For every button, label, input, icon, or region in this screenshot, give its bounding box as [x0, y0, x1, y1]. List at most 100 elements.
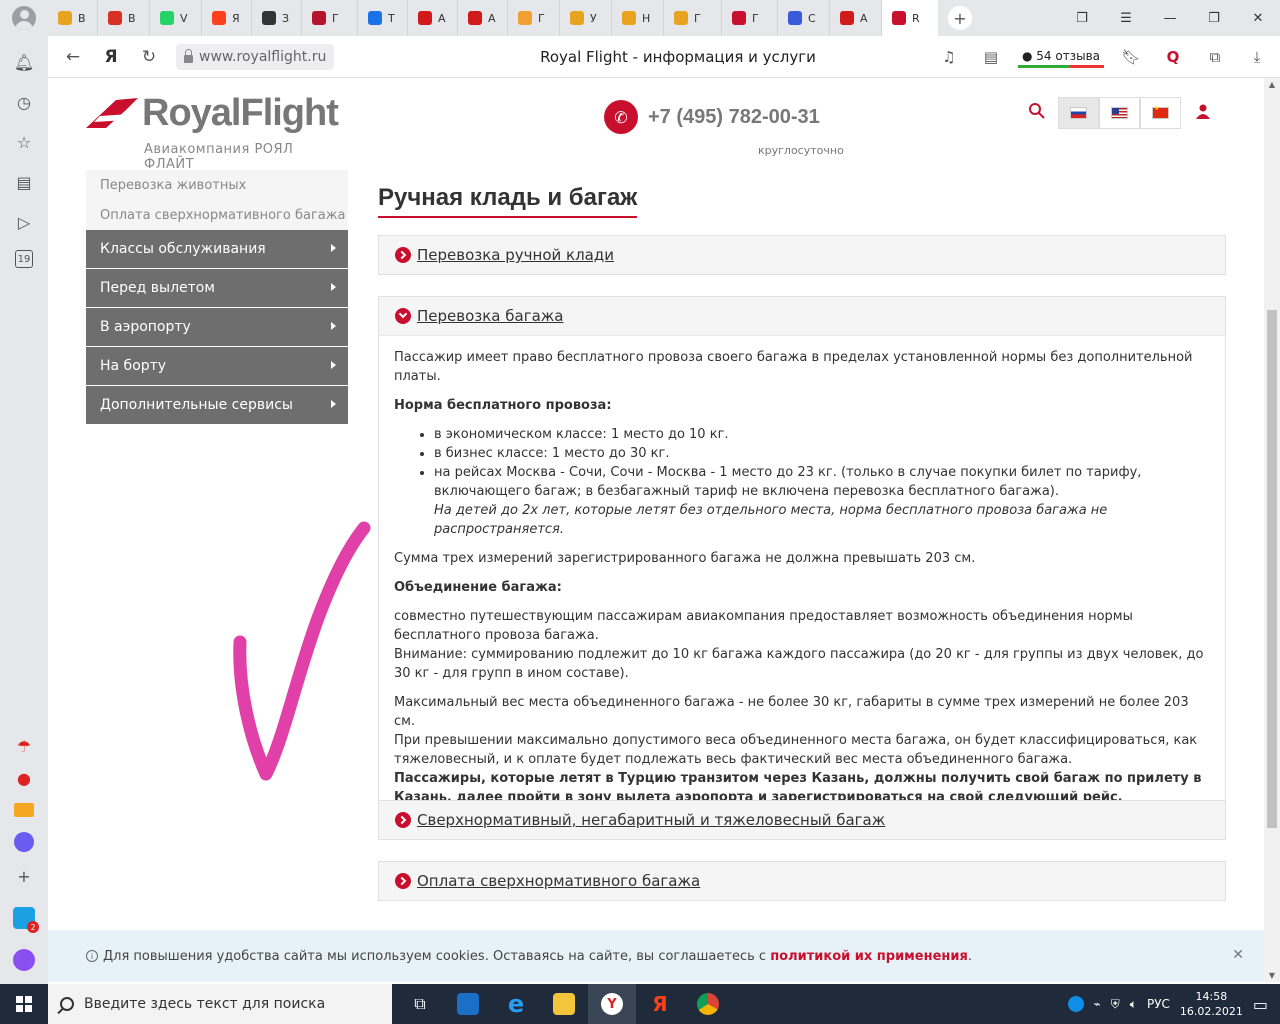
chrome-icon[interactable]	[684, 984, 732, 1024]
browser-tab[interactable]: V	[150, 0, 202, 36]
logo-wing-icon	[86, 98, 138, 128]
browser-tab[interactable]: R	[882, 0, 938, 36]
close-icon[interactable]: ✕	[1232, 947, 1244, 963]
close-window-button[interactable]: ✕	[1236, 0, 1280, 36]
favicon-icon	[622, 11, 636, 25]
browser-tab[interactable]: В	[98, 0, 150, 36]
shield-icon[interactable]: ⛨	[1111, 997, 1120, 1012]
bookmark-icon[interactable]: 🔖︎	[1116, 42, 1146, 72]
mail-icon[interactable]	[12, 798, 36, 822]
search-icon[interactable]	[1028, 102, 1046, 120]
phone-block[interactable]: ✆ +7 (495) 782-00-31	[604, 100, 820, 134]
new-tab-button[interactable]: +	[948, 6, 972, 30]
browser-sidebar: 🔔︎ ◷ ☆ ▤ ▷ 19 ☂ ● + 2	[0, 36, 48, 988]
url-text: www.royalflight.ru	[199, 48, 327, 65]
tab-label: Н	[642, 11, 651, 25]
favicon-icon	[312, 11, 326, 25]
umbrella-icon[interactable]: ☂	[12, 734, 36, 758]
scroll-down-icon[interactable]: ▼	[1264, 971, 1280, 980]
accordion-header[interactable]: Сверхнормативный, негабаритный и тяжелов…	[379, 801, 1225, 839]
menu-item-before-flight[interactable]: Перед вылетом	[86, 269, 348, 308]
reviews-badge[interactable]: ● 54 отзыва	[1018, 46, 1104, 68]
reader-icon[interactable]: ▤	[976, 42, 1006, 72]
notifications-icon[interactable]: ▭	[1253, 995, 1268, 1014]
yandex-browser-icon[interactable]: Y	[588, 984, 636, 1024]
taskbar-search[interactable]: Введите здесь текст для поиска	[48, 984, 392, 1024]
browser-tab[interactable]: Г	[664, 0, 722, 36]
bell-icon[interactable]: 🔔︎	[12, 50, 36, 74]
app-icon[interactable]: 2	[12, 906, 39, 933]
page-scrollbar[interactable]: ▲ ▼	[1264, 78, 1280, 982]
add-panel-icon[interactable]: +	[12, 864, 36, 888]
union-text: совместно путешествующим пассажирам авиа…	[394, 609, 1133, 643]
browser-tab[interactable]: А	[830, 0, 882, 36]
play-icon[interactable]: ▷	[12, 210, 36, 234]
chevron-right-icon	[395, 812, 411, 828]
language-indicator[interactable]: РУС	[1147, 997, 1170, 1011]
clock[interactable]: 14:58 16.02.2021	[1180, 989, 1243, 1019]
royalflight-logo[interactable]: RoyalFlight Авиакомпания РОЯЛ ФЛАЙТ	[86, 92, 346, 172]
volume-icon[interactable]: 🔈︎	[1130, 997, 1137, 1012]
mail-app-icon[interactable]	[444, 984, 492, 1024]
alice-icon[interactable]	[12, 948, 36, 972]
browser-tab[interactable]: З	[252, 0, 302, 36]
menu-item-onboard[interactable]: На борту	[86, 347, 348, 386]
user-icon[interactable]	[1196, 104, 1210, 120]
browser-tab[interactable]: У	[560, 0, 612, 36]
phone-hours: круглосуточно	[758, 144, 844, 157]
task-view-icon[interactable]: ⧉	[396, 984, 444, 1024]
address-bar[interactable]: www.royalflight.ru	[176, 43, 335, 70]
browser-tab[interactable]: Я	[202, 0, 252, 36]
menu-item-classes[interactable]: Классы обслуживания	[86, 230, 348, 269]
profile-avatar[interactable]	[0, 0, 48, 36]
headphones-icon[interactable]: ♫	[934, 42, 964, 72]
tab-manager-icon[interactable]: ❐	[1060, 0, 1104, 36]
cookie-end: .	[967, 948, 973, 964]
browser-tab[interactable]: Г	[302, 0, 358, 36]
usa-flag-icon	[1111, 107, 1128, 119]
accordion-header[interactable]: Перевозка багажа	[379, 297, 1225, 335]
browser-tab[interactable]: Т	[358, 0, 408, 36]
minimize-button[interactable]: —	[1148, 0, 1192, 36]
collections-icon[interactable]: ▤	[12, 170, 36, 194]
reload-button[interactable]: ↻	[130, 42, 168, 72]
menu-item-extra-services[interactable]: Дополнительные сервисы	[86, 386, 348, 425]
browser-tab[interactable]: Г	[722, 0, 778, 36]
accordion-header[interactable]: Перевозка ручной клади	[379, 236, 1225, 274]
history-icon[interactable]: ◷	[12, 90, 36, 114]
browser-tab[interactable]: А	[408, 0, 458, 36]
menu-item-airport[interactable]: В аэропорту	[86, 308, 348, 347]
calendar-icon[interactable]: 19	[15, 250, 33, 268]
scroll-thumb[interactable]	[1267, 310, 1277, 828]
network-icon[interactable]: ⌁	[1094, 997, 1101, 1011]
downloads-icon[interactable]: ⤓	[1242, 42, 1272, 72]
menu-item-animals[interactable]: Перевозка животных	[86, 170, 348, 200]
q-extension-icon[interactable]: Q	[1158, 42, 1188, 72]
browser-tab[interactable]: А	[458, 0, 508, 36]
browser-tab[interactable]: Н	[612, 0, 664, 36]
browser-tab[interactable]: В	[48, 0, 98, 36]
map-pin-icon[interactable]: ●	[12, 766, 36, 790]
start-button[interactable]	[0, 984, 48, 1024]
cookie-policy-link[interactable]: политикой их применения	[770, 949, 968, 964]
messenger-icon[interactable]	[12, 830, 36, 854]
lang-ru-button[interactable]	[1058, 97, 1099, 129]
restore-button[interactable]: ❐	[1192, 0, 1236, 36]
browser-tab[interactable]: С	[778, 0, 830, 36]
left-menu: Перевозка животных Оплата сверхнормативн…	[86, 170, 348, 425]
edge-icon[interactable]: e	[492, 984, 540, 1024]
star-icon[interactable]: ☆	[12, 130, 36, 154]
menu-icon[interactable]: ☰	[1104, 0, 1148, 36]
explorer-icon[interactable]	[540, 984, 588, 1024]
scroll-up-icon[interactable]: ▲	[1264, 80, 1280, 89]
extensions-icon[interactable]: ⧉	[1200, 42, 1230, 72]
back-button[interactable]: ←	[54, 42, 92, 72]
menu-item-excess-payment[interactable]: Оплата сверхнормативного багажа	[86, 200, 348, 230]
yandex-icon[interactable]: Я	[636, 984, 684, 1024]
browser-tab[interactable]: Г	[508, 0, 560, 36]
lang-cn-button[interactable]	[1140, 97, 1181, 129]
accordion-header[interactable]: Оплата сверхнормативного багажа	[379, 862, 1225, 900]
lang-en-button[interactable]	[1099, 97, 1140, 129]
yandex-logo-icon[interactable]: Я	[92, 42, 130, 72]
teamviewer-icon[interactable]	[1067, 996, 1084, 1012]
